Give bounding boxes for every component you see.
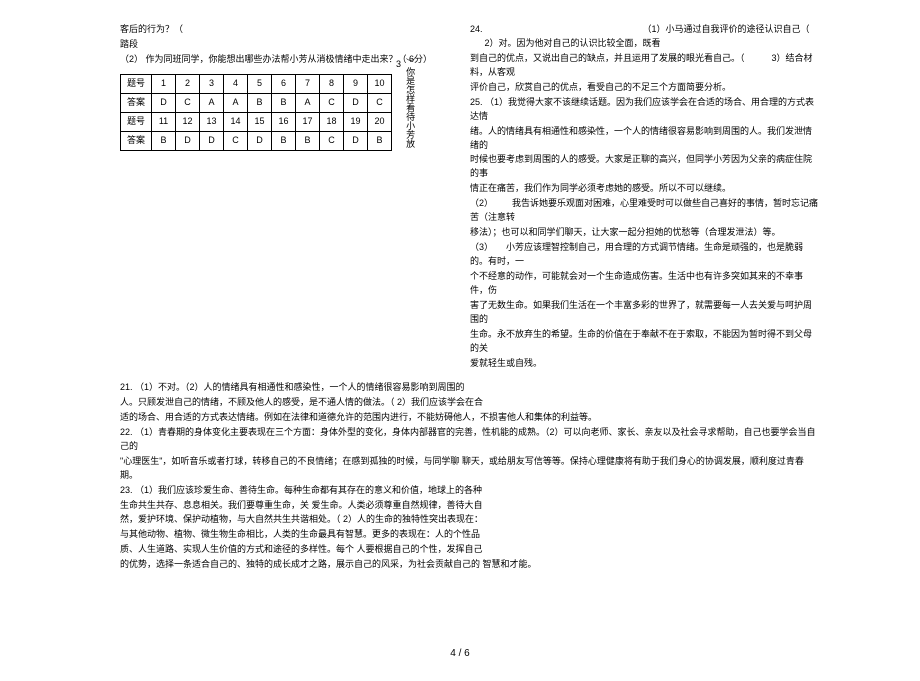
cell: C: [320, 131, 344, 150]
left-column: 客后的行为？（ 踏段 （2） 作为同班同学，你能想出哪些办法帮小芳从消极情绪中走…: [120, 22, 460, 159]
q3-text: ）你是怎样看待小芳放: [404, 58, 417, 148]
cell: 7: [296, 74, 320, 93]
q24-l2: 到自己的优点，又说出自己的缺点，并且运用了发展的眼光看自己。（ 3）结合材料，从…: [470, 52, 820, 80]
right-column: 24. （1）小马通过自我评价的途径认识自己（ 2）对。因为他对自己的认识比较全…: [470, 22, 820, 372]
cell: 16: [272, 112, 296, 131]
q23-e: 质、人生道路、实现人生价值的方式和途径的多样性。每个 人要根据自己的个性，发挥自…: [120, 543, 820, 557]
cell: 9: [344, 74, 368, 93]
q25-l8: 个不经意的动作，可能就会对一个生命造成伤害。生活中也有许多突如其来的不幸事件，伤: [470, 270, 820, 298]
cell: 17: [296, 112, 320, 131]
cell: B: [368, 131, 392, 150]
cell: 13: [200, 112, 224, 131]
cell: 12: [176, 112, 200, 131]
row-label: 题号: [121, 112, 152, 131]
cell: 3: [200, 74, 224, 93]
q24-1: （1）小马通过自我评价的途径认识自己（: [643, 24, 810, 34]
cell: C: [368, 93, 392, 112]
cell: A: [296, 93, 320, 112]
q25-l2: 绪。人的情绪具有相通性和感染性，一个人的情绪很容易影响到周围的人。我们发泄情绪的: [470, 125, 820, 153]
page-footer: 4 / 6: [0, 646, 920, 662]
cell: 1: [152, 74, 176, 93]
ans-label: 答案: [121, 131, 152, 150]
cell: 14: [224, 112, 248, 131]
cell: B: [272, 131, 296, 150]
q25-l4: 情正在痛苦，我们作为同学必须考虑她的感受。所以不可以继续。: [470, 182, 820, 196]
q22-b: "心理医生"，如听音乐或者打球，转移自己的不良情绪；在感到孤独的时候，与同学聊 …: [120, 455, 820, 483]
q24-num: 24.: [470, 24, 483, 34]
lower-block: 21. （1）不对。（2）人的情绪具有相通性和感染性，一个人的情绪很容易影响到周…: [120, 380, 820, 573]
frag-under: 踏段: [120, 38, 460, 52]
cell: B: [152, 131, 176, 150]
cell: B: [272, 93, 296, 112]
cell: B: [296, 131, 320, 150]
q23-a: 23. （1）我们应该珍爱生命、善待生命。每种生命都有其存在的意义和价值，地球上…: [120, 484, 820, 498]
q25-l7: （3） 小芳应该理智控制自己，用合理的方式调节情绪。生命是顽强的，也是脆弱的。有…: [470, 241, 820, 269]
q25-l10: 生命。永不放弃生的希望。生命的价值在于奉献不在于索取，不能因为暂时得不到父母的关: [470, 328, 820, 356]
q22-a: 22. （1）青春期的身体变化主要表现在三个方面：身体外型的变化，身体内部器官的…: [120, 426, 820, 454]
q23-c: 然，爱护环境、保护动植物，与大自然共生共谐相处。（ 2）人的生命的独特性突出表现…: [120, 513, 820, 527]
cell: C: [224, 131, 248, 150]
header-fragment: 客后的行为？（: [120, 23, 460, 37]
cell: 5: [248, 74, 272, 93]
q23-b: 生命共生共存、息息相关。我们要尊重生命，关 爱生命。人类必须尊重自然规律，善待大…: [120, 499, 820, 513]
cell: C: [320, 93, 344, 112]
cell: D: [344, 93, 368, 112]
cell: 11: [152, 112, 176, 131]
cell: D: [200, 131, 224, 150]
q25-l9: 害了无数生命。如果我们生活在一个丰富多彩的世界了，就需要每一人去关爱与呵护周围的: [470, 299, 820, 327]
cell: 2: [176, 74, 200, 93]
page-number: 4 / 6: [450, 648, 469, 659]
q24-line: 24. （1）小马通过自我评价的途径认识自己（ 2）对。因为他对自己的认识比较全…: [470, 23, 820, 51]
cell: B: [248, 93, 272, 112]
cell: 20: [368, 112, 392, 131]
q25-l3: 时候也要考虑到周围的人的感受。大家是正聊的高兴，但同学小芳因为父亲的病症住院的事: [470, 153, 820, 181]
q2-label: （2）: [120, 54, 143, 64]
table-row: 答案 B D D C D B B C D B: [121, 131, 392, 150]
cell: 6: [272, 74, 296, 93]
q24-2: 2）对。因为他对自己的认识比较全面，既看: [485, 38, 661, 48]
cell: 4: [224, 74, 248, 93]
row-label: 题号: [121, 74, 152, 93]
frag-top: 客后的行为？（: [120, 24, 183, 34]
cell: 19: [344, 112, 368, 131]
q25-l6: 移法）；也可以和同学们聊天，让大家一起分担她的忧愁等（合理发泄法）等。: [470, 226, 820, 240]
q21-c: 适的场合、用合适的方式表达情绪。例如在法律和道德允许的范围内进行，不能妨碍他人，…: [120, 411, 820, 425]
table-row: 答案 D C A A B B A C D C: [121, 93, 392, 112]
q21-a: 21. （1）不对。（2）人的情绪具有相通性和感染性，一个人的情绪很容易影响到周…: [120, 381, 820, 395]
q3-vertical: 3 ）你是怎样看待小芳放: [396, 58, 416, 148]
cell: C: [176, 93, 200, 112]
cell: D: [248, 131, 272, 150]
q25-l1: 25. （1）我觉得大家不该继续话题。因为我们应该学会在合适的场合、用合理的方式…: [470, 96, 820, 124]
ans-label: 答案: [121, 93, 152, 112]
cell: A: [224, 93, 248, 112]
cell: D: [152, 93, 176, 112]
cell: 15: [248, 112, 272, 131]
q25-num: 25.: [470, 97, 483, 107]
q23-f: 的优势，选择一条适合自己的、独特的成长成才之路，展示自己的风采，为社会贡献自己的…: [120, 558, 820, 572]
q21-b: 人。只顾发泄自己的情绪，不顾及他人的感受，是不通人情的做法。（ 2）我们应该学会…: [120, 396, 820, 410]
q24-l3: 评价自己，欣赏自己的优点，看受自己的不足三个方面简要分析。: [470, 81, 820, 95]
cell: 10: [368, 74, 392, 93]
cell: D: [176, 131, 200, 150]
cell: 8: [320, 74, 344, 93]
cell: D: [344, 131, 368, 150]
q25-l5: （2） 我告诉她要乐观面对困难，心里难受时可以做些自己喜好的事情，暂时忘记痛苦（…: [470, 197, 820, 225]
answer-table: 题号 1 2 3 4 5 6 7 8 9 10 答案 D C A: [120, 74, 392, 151]
table-row: 题号 1 2 3 4 5 6 7 8 9 10: [121, 74, 392, 93]
q25-l11: 爱就轻生或自残。: [470, 357, 820, 371]
q2-text: 作为同班同学，你能想出哪些办法帮小芳从消极情绪中走出来？（ 6分）: [146, 54, 433, 64]
table-row: 题号 11 12 13 14 15 16 17 18 19 20: [121, 112, 392, 131]
cell: 18: [320, 112, 344, 131]
cell: A: [200, 93, 224, 112]
q23-d: 与其他动物、植物、微生物生命相比，人类的生命最具有智慧。更多的表现在：人的个性品: [120, 528, 820, 542]
q3-num: 3: [396, 59, 401, 69]
